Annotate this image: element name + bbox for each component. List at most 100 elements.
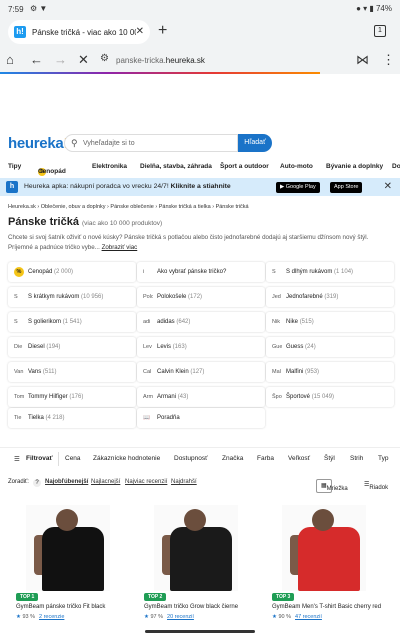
subcategory-tile[interactable]: S S dlhým rukávom (1 104)	[266, 262, 394, 282]
filter-icon[interactable]: ☰	[14, 455, 20, 463]
more-menu-icon[interactable]: ⋮	[382, 52, 395, 68]
nav-item-sport[interactable]: Šport a outdoor	[220, 163, 269, 170]
subcategory-tile[interactable]: Tie Tielka (4 218)	[8, 408, 136, 428]
breadcrumb[interactable]: Heureka.sk › Oblečenie, obuv a doplnky ›…	[8, 204, 249, 210]
filter-dostupnost[interactable]: Dostupnosť	[174, 455, 208, 462]
show-more-link[interactable]: Zobraziť viac	[102, 244, 138, 251]
help-icon[interactable]: ?	[33, 479, 41, 487]
nav-item-byvanie[interactable]: Bývanie a doplnky	[326, 163, 383, 170]
tab-switcher-button[interactable]: 1	[374, 25, 386, 37]
filter-velkost[interactable]: Veľkosť	[288, 455, 310, 462]
close-tab-icon[interactable]: ✕	[136, 26, 144, 38]
subcategory-tile[interactable]: i Ako vybrať pánske tričko?	[137, 262, 265, 282]
subcategory-tile[interactable]: Tom Tommy Hilfiger (176)	[8, 387, 136, 407]
subcategory-count: (194)	[46, 344, 61, 350]
back-arrow-icon[interactable]: ←	[30, 52, 43, 68]
product-image[interactable]	[282, 505, 366, 591]
filter-strih[interactable]: Strih	[350, 455, 363, 462]
sort-popular[interactable]: Najobľúbenejší	[45, 479, 88, 485]
subcategory-thumb-icon: 📖	[143, 415, 150, 421]
nav-item-auto[interactable]: Auto-moto	[280, 163, 313, 170]
subcategory-tile[interactable]: adi adidas (642)	[137, 312, 265, 332]
subcategory-tile[interactable]: 📖 Poradňa	[137, 408, 265, 428]
reviews-link[interactable]: 2 recenzie	[39, 614, 64, 620]
filter-button[interactable]: Filtrovať	[26, 455, 53, 462]
heureka-logo[interactable]: heureka!	[8, 135, 68, 152]
google-play-button[interactable]: ▶ Google Play	[276, 182, 320, 193]
gesture-home-bar[interactable]	[145, 630, 255, 633]
subcategory-tile[interactable]: Mal Malfini (953)	[266, 362, 394, 382]
reviews-link[interactable]: 20 recenzií	[167, 614, 194, 620]
subcategory-tile[interactable]: Jed Jednofarebné (319)	[266, 287, 394, 307]
subcategory-tile[interactable]: % Cenopád (2 000)	[8, 262, 136, 282]
nav-item-more[interactable]: Do	[392, 163, 400, 170]
home-icon[interactable]: ⌂	[6, 52, 14, 68]
heureka-app-icon: h	[6, 181, 18, 193]
stop-loading-icon[interactable]: ✕	[78, 52, 89, 68]
subcategory-tile[interactable]: S S golierikom (1 541)	[8, 312, 136, 332]
nav-item-dielna[interactable]: Dielňa, stavba, záhrada	[140, 163, 212, 170]
banner-text: Heureka apka: nákupní poradca vo vrecku …	[24, 183, 231, 190]
subcategory-thumb-icon: Cal	[143, 369, 152, 375]
subcategory-tile[interactable]: Gue Guess (24)	[266, 337, 394, 357]
subcategory-tile[interactable]: Die Diesel (194)	[8, 337, 136, 357]
subcategory-label: Diesel (194)	[28, 344, 61, 350]
search-icon: ⚲	[71, 138, 78, 148]
close-banner-icon[interactable]: ✕	[384, 181, 392, 192]
address-bar-row: ⌂ ← → ✕ ⚙ panske-tricka.heureka.sk ⋈ ⋮	[0, 46, 400, 74]
site-info-icon[interactable]: ⚙	[100, 53, 109, 64]
banner-cta-link[interactable]: Kliknite a stiahnite	[171, 183, 231, 190]
nav-item-elektronika[interactable]: Elektronika	[92, 163, 127, 170]
subcategory-count: (176)	[69, 394, 84, 400]
subcategory-tile[interactable]: S S krátkym rukávom (10 956)	[8, 287, 136, 307]
subcategory-label: Športové (15 049)	[286, 394, 335, 400]
top-rank-badge: TOP 1	[16, 593, 39, 601]
list-view-button[interactable]: ☰ Riadok	[360, 479, 388, 493]
sort-row: Zoradiť: ? Najobľúbenejší Najlacnejší Na…	[0, 476, 400, 493]
grid-view-button[interactable]: ▦ Mriežka	[316, 479, 348, 493]
app-store-button[interactable]: App Store	[330, 182, 363, 193]
subcategory-tile[interactable]: Arm Armani (43)	[137, 387, 265, 407]
subcategory-thumb-icon: Arm	[143, 394, 153, 400]
search-button[interactable]: Hľadať	[238, 134, 272, 152]
product-name[interactable]: GymBeam Men's T-shirt Basic cherry red	[272, 604, 394, 610]
url-field[interactable]: ⚙ panske-tricka.heureka.sk	[94, 50, 342, 70]
divider	[58, 452, 59, 466]
filter-hodnotenie[interactable]: Zákaznícke hodnotenie	[93, 455, 160, 462]
sort-cheapest[interactable]: Najlacnejší	[91, 479, 120, 485]
notification-icons: ⚙ ▼	[30, 4, 48, 13]
search-input[interactable]: ⚲ Vyheľadajte si to	[64, 134, 238, 152]
filter-znacka[interactable]: Značka	[222, 455, 243, 462]
subcategory-thumb-icon: Polo	[143, 294, 153, 300]
browser-tab[interactable]: h! Pánske tričká - viac ako 10 00 ✕	[8, 20, 150, 44]
rating-percent: 93 %	[22, 614, 36, 620]
product-name[interactable]: GymBeam pánske tričko Fit black	[16, 604, 138, 610]
subcategory-tile[interactable]: Polo Polokošele (172)	[137, 287, 265, 307]
filter-cena[interactable]: Cena	[65, 455, 81, 462]
subcategory-tile[interactable]: Van Vans (511)	[8, 362, 136, 382]
subcategory-thumb-icon: Gue	[272, 344, 282, 350]
product-image[interactable]	[26, 505, 110, 591]
tshirt-shape	[298, 527, 360, 591]
sort-most-expensive[interactable]: Najdrahší	[171, 479, 197, 485]
share-icon[interactable]: ⋈	[356, 52, 369, 68]
subcategory-tile[interactable]: Špo Športové (15 049)	[266, 387, 394, 407]
product-image[interactable]	[154, 505, 238, 591]
subcategory-tile[interactable]: Nik Nike (515)	[266, 312, 394, 332]
filter-typ[interactable]: Typ	[378, 455, 388, 462]
filter-farba[interactable]: Farba	[257, 455, 274, 462]
filter-bar: ☰ Filtrovať Cena Zákaznícke hodnotenie D…	[0, 447, 400, 469]
subcategory-thumb-icon: Špo	[272, 394, 282, 400]
new-tab-icon[interactable]: +	[158, 22, 167, 40]
filter-styl[interactable]: Štýl	[324, 455, 335, 462]
subcategory-thumb-icon: Tie	[14, 415, 22, 421]
reviews-link[interactable]: 47 recenzií	[295, 614, 322, 620]
subcategory-tile[interactable]: Cal Calvin Klein (127)	[137, 362, 265, 382]
sort-most-reviews[interactable]: Najviac recenzií	[125, 479, 167, 485]
star-icon: ★	[272, 614, 277, 620]
subcategory-thumb-icon: Nik	[272, 319, 280, 325]
subcategory-tile[interactable]: Lev Levis (163)	[137, 337, 265, 357]
forward-arrow-icon[interactable]: →	[54, 52, 67, 68]
nav-item-tipy[interactable]: Tipy	[8, 163, 21, 170]
product-name[interactable]: GymBeam tričko Grow black čierne	[144, 604, 266, 610]
